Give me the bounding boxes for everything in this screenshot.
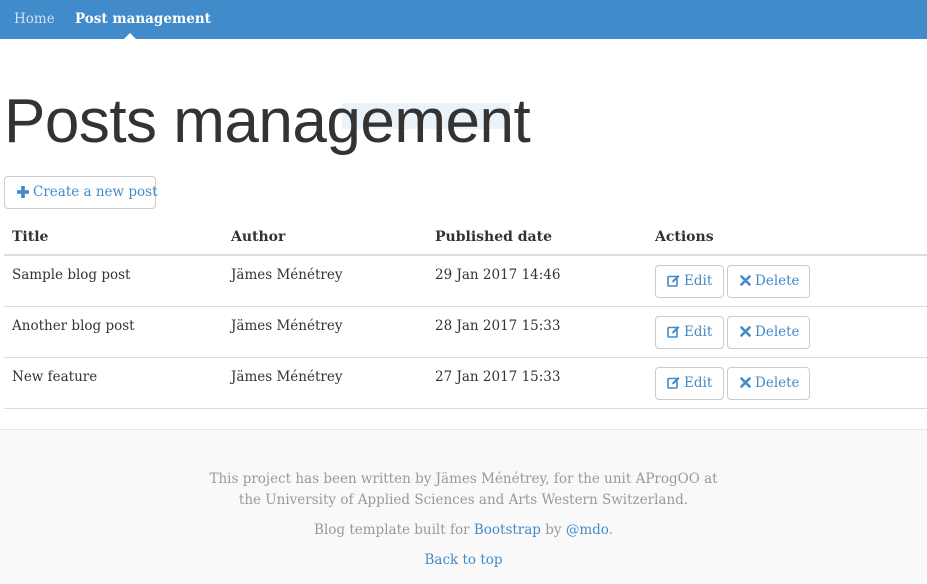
page-title: Posts management xyxy=(4,87,531,156)
table-row: Another blog post Jämes Ménétrey 28 Jan … xyxy=(4,307,927,358)
delete-post-button[interactable]: Delete xyxy=(727,265,810,298)
delete-post-button[interactable]: Delete xyxy=(727,367,810,400)
back-to-top-link[interactable]: Back to top xyxy=(424,552,502,568)
footer-period: . xyxy=(608,522,613,538)
post-title: Sample blog post xyxy=(12,267,131,283)
footer-credit-line-2: the University of Applied Sciences and A… xyxy=(238,492,689,508)
bootstrap-link[interactable]: Bootstrap xyxy=(474,522,541,538)
footer-credit-line-1: This project has been written by Jämes M… xyxy=(209,471,718,487)
post-author: Jämes Ménétrey xyxy=(231,369,343,385)
edit-label: Edit xyxy=(684,273,713,289)
top-navbar: Home Post management xyxy=(0,0,927,39)
create-post-button[interactable]: Create a new post xyxy=(4,176,158,209)
post-title: Another blog post xyxy=(12,318,135,334)
table-header-row: Title Author Published date Actions xyxy=(4,222,927,256)
post-title: New feature xyxy=(12,369,98,385)
edit-icon xyxy=(667,326,680,338)
post-author: Jämes Ménétrey xyxy=(231,267,343,283)
edit-label: Edit xyxy=(684,375,713,391)
column-header-actions: Actions xyxy=(655,229,714,245)
table-row: Sample blog post Jämes Ménétrey 29 Jan 2… xyxy=(4,256,927,307)
active-nav-caret-icon xyxy=(124,33,136,39)
footer-by-text: by xyxy=(540,522,566,538)
edit-post-button[interactable]: Edit xyxy=(655,367,724,400)
edit-post-button[interactable]: Edit xyxy=(655,316,724,349)
delete-post-button[interactable]: Delete xyxy=(727,316,810,349)
column-header-title: Title xyxy=(12,229,49,245)
column-header-author: Author xyxy=(231,229,286,245)
close-icon xyxy=(740,326,751,337)
post-author: Jämes Ménétrey xyxy=(231,318,343,334)
post-date: 27 Jan 2017 15:33 xyxy=(435,369,561,385)
footer-template-credit: Blog template built for Bootstrap by @md… xyxy=(0,522,927,538)
post-date: 29 Jan 2017 14:46 xyxy=(435,267,561,283)
plus-icon xyxy=(17,185,29,198)
nav-home-link[interactable]: Home xyxy=(14,0,55,39)
delete-label: Delete xyxy=(755,324,800,340)
delete-label: Delete xyxy=(755,375,800,391)
close-icon xyxy=(740,275,751,286)
column-header-published-date: Published date xyxy=(435,229,552,245)
mdo-link[interactable]: @mdo xyxy=(566,522,609,538)
page-footer: This project has been written by Jämes M… xyxy=(0,429,927,584)
edit-icon xyxy=(667,377,680,389)
create-post-label: Create a new post xyxy=(33,184,158,200)
edit-post-button[interactable]: Edit xyxy=(655,265,724,298)
close-icon xyxy=(740,377,751,388)
footer-back-to-top: Back to top xyxy=(0,552,927,568)
footer-template-prefix: Blog template built for xyxy=(314,522,474,538)
edit-icon xyxy=(667,275,680,287)
table-row: New feature Jämes Ménétrey 27 Jan 2017 1… xyxy=(4,358,927,409)
nav-post-management-link[interactable]: Post management xyxy=(75,0,211,39)
post-date: 28 Jan 2017 15:33 xyxy=(435,318,561,334)
edit-label: Edit xyxy=(684,324,713,340)
delete-label: Delete xyxy=(755,273,800,289)
